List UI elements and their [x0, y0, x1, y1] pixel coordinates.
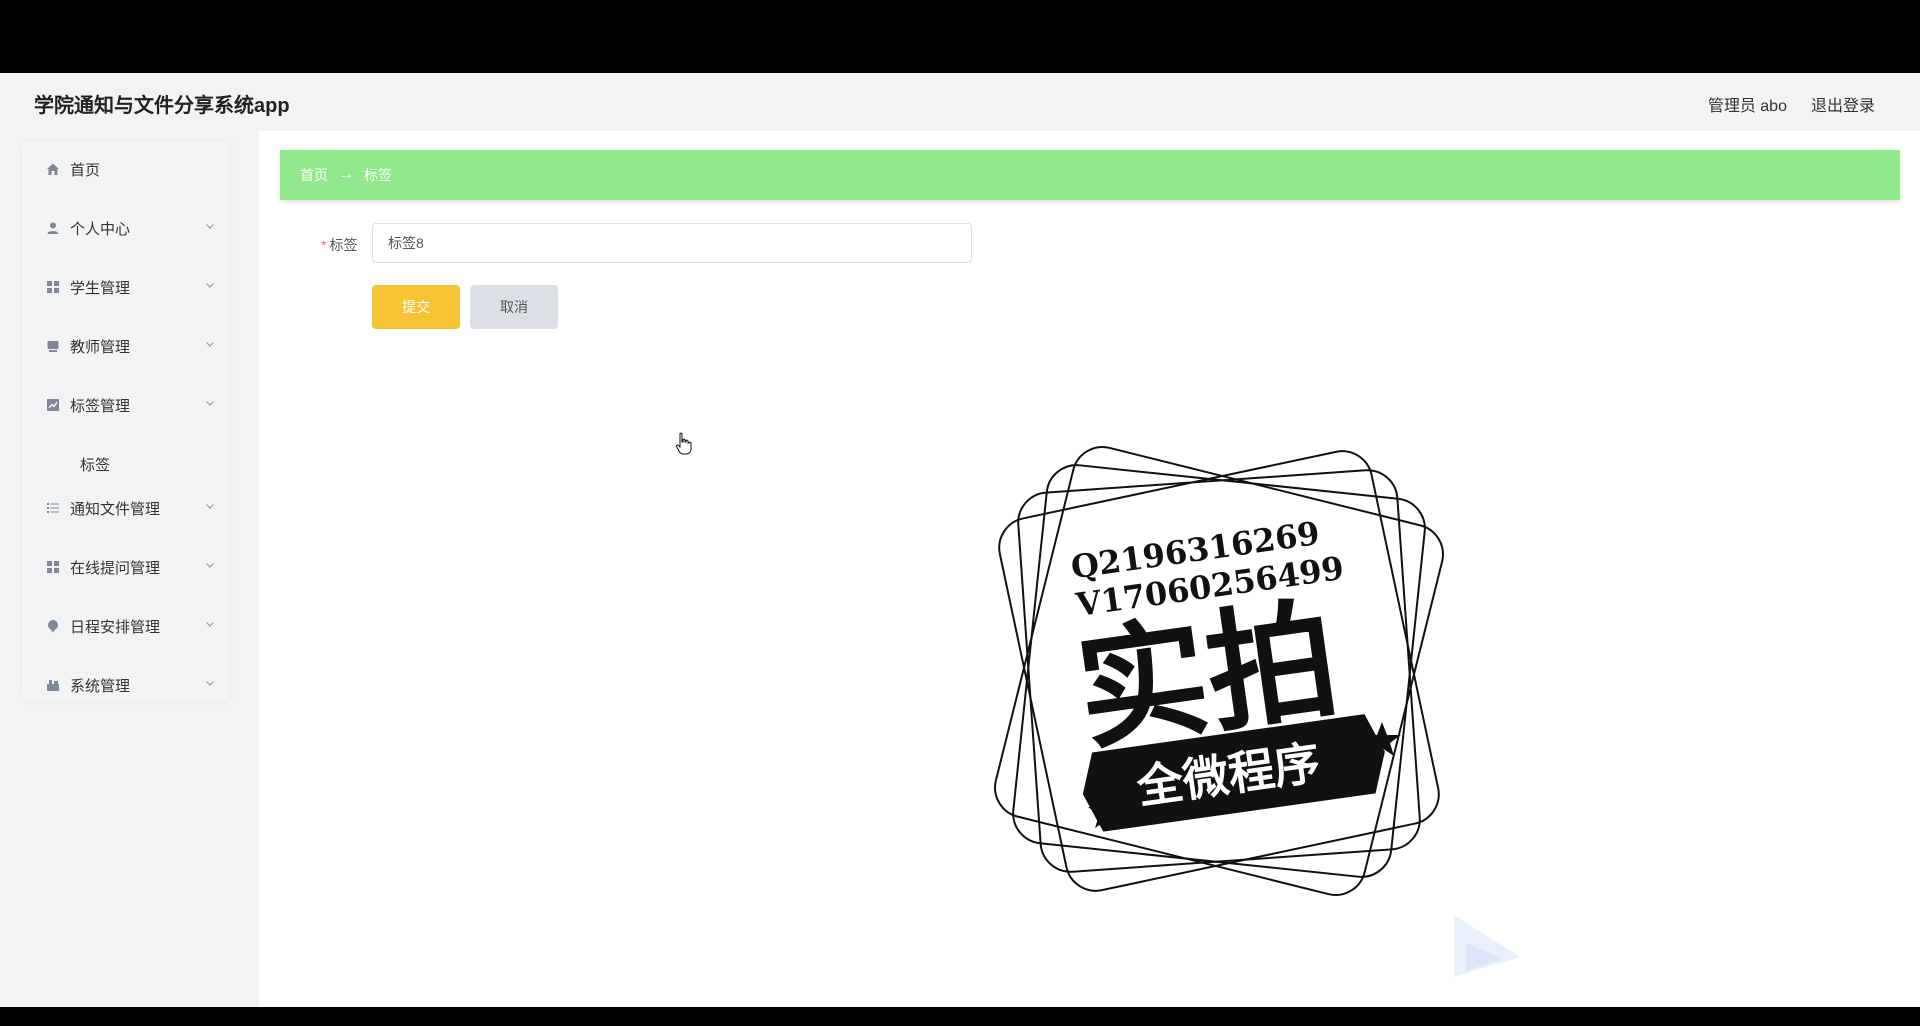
submit-button[interactable]: 提交: [372, 285, 460, 329]
sidebar-item-personal-center[interactable]: 个人中心: [22, 208, 229, 248]
chevron-down-icon: [206, 504, 214, 509]
sidebar-item-teachers[interactable]: 教师管理: [22, 326, 229, 366]
logout-link[interactable]: 退出登录: [1811, 92, 1875, 116]
sidebar-item-tags[interactable]: 标签管理: [22, 385, 229, 425]
hand-cursor-icon: [675, 432, 692, 455]
current-user[interactable]: 管理员 abo: [1708, 92, 1787, 116]
sidebar-item-label: 教师管理: [70, 338, 131, 356]
sidebar-item-label: 个人中心: [70, 220, 131, 238]
sidebar-item-notice-files[interactable]: 通知文件管理: [22, 488, 229, 528]
chevron-down-icon: [206, 622, 214, 627]
chevron-down-icon: [206, 283, 214, 288]
settings-icon: [46, 678, 60, 692]
app-window: 学院通知与文件分享系统app 管理员 abo 退出登录 首页 个人中心 学生管理…: [0, 73, 1920, 1007]
pin-icon: [46, 619, 60, 633]
chevron-down-icon: [206, 342, 214, 347]
sidebar-item-label: 系统管理: [70, 677, 131, 695]
sidebar-item-label: 在线提问管理: [70, 559, 161, 577]
sidebar-item-system[interactable]: 系统管理: [22, 665, 229, 705]
grid-icon: [46, 560, 60, 574]
main-content: 首页 → 标签 *标签 提交 取消 Q2196316269 V170602564…: [259, 131, 1920, 1007]
sidebar-item-label: 日程安排管理: [70, 618, 161, 636]
sidebar-item-label: 通知文件管理: [70, 500, 161, 518]
watermark-stamp: Q2196316269 V17060256499 实拍 全微程序: [994, 446, 1444, 896]
breadcrumb-current: 标签: [364, 167, 392, 183]
breadcrumb-home[interactable]: 首页: [300, 165, 328, 185]
tag-input[interactable]: [372, 223, 972, 263]
app-title: 学院通知与文件分享系统app: [34, 95, 290, 117]
cancel-button[interactable]: 取消: [470, 285, 558, 329]
chart-icon: [46, 398, 60, 412]
breadcrumb: 首页 → 标签: [280, 150, 1900, 200]
sidebar-item-label: 学生管理: [70, 279, 131, 297]
user-icon: [46, 221, 60, 235]
player-logo-icon: [1454, 915, 1520, 977]
sidebar-item-online-questions[interactable]: 在线提问管理: [22, 547, 229, 587]
sidebar-item-label: 首页: [70, 161, 101, 179]
sidebar-item-students[interactable]: 学生管理: [22, 267, 229, 307]
grid-icon: [46, 280, 60, 294]
tag-field-label: * 标签: [321, 235, 357, 255]
sidebar-item-home[interactable]: 首页: [22, 149, 229, 189]
sidebar-item-label: 标签管理: [70, 397, 131, 415]
required-mark: *: [321, 237, 327, 253]
header-actions: 管理员 abo 退出登录: [1708, 92, 1875, 116]
sidebar-item-schedule[interactable]: 日程安排管理: [22, 606, 229, 646]
sidebar-subitem-tags[interactable]: 标签: [80, 454, 110, 475]
sidebar-menu: 首页 个人中心 学生管理 教师管理 标签管理 标签 通知文件管理 在线提问管理 …: [22, 141, 229, 701]
breadcrumb-arrow-icon: →: [338, 166, 354, 183]
chevron-down-icon: [206, 224, 214, 229]
home-icon: [46, 162, 60, 176]
chevron-down-icon: [206, 563, 214, 568]
list-icon: [46, 501, 60, 515]
top-bar: 学院通知与文件分享系统app 管理员 abo 退出登录: [0, 73, 1920, 131]
chevron-down-icon: [206, 681, 214, 686]
chevron-down-icon: [206, 401, 214, 406]
sidebar: 首页 个人中心 学生管理 教师管理 标签管理 标签 通知文件管理 在线提问管理 …: [0, 131, 259, 1007]
tag-label-text: 标签: [329, 237, 358, 253]
teacher-icon: [46, 339, 60, 353]
